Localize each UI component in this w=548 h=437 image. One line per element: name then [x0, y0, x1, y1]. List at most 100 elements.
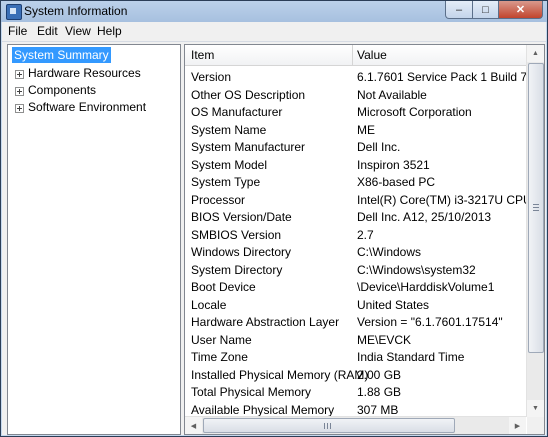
table-row[interactable]: Other OS Description Not Available [185, 87, 526, 105]
category-tree: System Summary Hardware Resources Compon… [7, 44, 181, 435]
item-cell: SMBIOS Version [191, 227, 282, 242]
menu-file[interactable]: File [8, 24, 27, 38]
item-cell: System Name [191, 122, 267, 137]
table-row[interactable]: OS Manufacturer Microsoft Corporation [185, 104, 526, 122]
window-title: System Information [24, 4, 128, 18]
value-cell: Not Available [357, 87, 427, 102]
item-cell: Available Physical Memory [191, 402, 335, 417]
scrollbar-corner [527, 417, 544, 434]
expand-icon[interactable] [15, 70, 24, 79]
value-cell: Intel(R) Core(TM) i3-3217U CPU @ [357, 192, 526, 207]
table-row[interactable]: System Manufacturer Dell Inc. [185, 139, 526, 157]
value-cell: ME\EVCK [357, 332, 412, 347]
list-header: Item Value [185, 45, 526, 66]
horizontal-scrollbar[interactable]: ◀ ▶ [185, 416, 526, 434]
arrow-right-icon: ▶ [514, 422, 521, 430]
grip-line [327, 423, 328, 429]
arrow-down-icon: ▼ [532, 405, 539, 412]
value-cell: Inspiron 3521 [357, 157, 430, 172]
item-cell: System Model [191, 157, 268, 172]
vertical-scrollbar[interactable]: ▲ ▼ [526, 45, 544, 417]
menu-edit[interactable]: Edit [37, 24, 58, 38]
table-row[interactable]: User Name ME\EVCK [185, 332, 526, 350]
value-cell: 307 MB [357, 402, 399, 417]
scroll-up-button[interactable]: ▲ [527, 45, 544, 62]
horizontal-scroll-thumb[interactable] [203, 418, 455, 433]
table-row[interactable]: System Type X86-based PC [185, 174, 526, 192]
tree-item-software-environment[interactable]: Software Environment [28, 99, 146, 115]
vertical-scroll-thumb[interactable] [528, 63, 544, 353]
menu-help[interactable]: Help [97, 24, 122, 38]
column-header-value[interactable]: Value [357, 45, 387, 65]
table-row[interactable]: Boot Device \Device\HarddiskVolume1 [185, 279, 526, 297]
scroll-right-button[interactable]: ▶ [509, 417, 526, 434]
content-area: System Summary Hardware Resources Compon… [2, 42, 546, 435]
close-icon: ✕ [515, 4, 526, 16]
item-cell: Hardware Abstraction Layer [191, 315, 340, 329]
table-row[interactable]: Total Physical Memory 1.88 GB [185, 384, 526, 402]
value-cell: \Device\HarddiskVolume1 [357, 280, 495, 294]
maximize-button[interactable]: □ [473, 1, 499, 19]
value-cell: United States [357, 297, 430, 312]
item-cell: BIOS Version/Date [191, 210, 292, 224]
table-row[interactable]: Locale United States [185, 297, 526, 315]
minimize-button[interactable]: ‒ [445, 1, 473, 19]
tree-item-hardware-resources[interactable]: Hardware Resources [28, 65, 141, 81]
title-bar[interactable]: System Information ‒ □ ✕ [1, 1, 547, 22]
close-button[interactable]: ✕ [499, 1, 543, 19]
maximize-icon: □ [482, 3, 489, 16]
value-cell: Dell Inc. A12, 25/10/2013 [357, 210, 492, 224]
value-cell: X86-based PC [357, 175, 436, 189]
item-cell: Processor [191, 192, 246, 207]
grip-line [330, 423, 331, 429]
system-information-app-icon [6, 4, 22, 20]
window-controls: ‒ □ ✕ [445, 1, 543, 19]
table-row[interactable]: Version 6.1.7601 Service Pack 1 Build 760… [185, 69, 526, 87]
scroll-left-button[interactable]: ◀ [185, 417, 202, 434]
tree-item-components[interactable]: Components [28, 82, 96, 98]
item-cell: Boot Device [191, 280, 256, 294]
menu-bar: File Edit View Help [2, 22, 546, 42]
column-header-item[interactable]: Item [191, 45, 214, 65]
value-cell: C:\Windows\system32 [357, 262, 476, 277]
value-cell: ME [357, 122, 375, 137]
item-cell: System Type [191, 175, 261, 189]
table-row[interactable]: Processor Intel(R) Core(TM) i3-3217U CPU … [185, 192, 526, 210]
list-rows: Version 6.1.7601 Service Pack 1 Build 760… [185, 66, 526, 418]
item-cell: Locale [191, 297, 227, 312]
value-cell: C:\Windows [357, 245, 422, 259]
tree-item-system-summary[interactable]: System Summary [12, 47, 111, 63]
item-cell: System Manufacturer [191, 140, 306, 154]
minimize-icon: ‒ [455, 3, 463, 16]
table-row[interactable]: Installed Physical Memory (RAM) 2.00 GB [185, 367, 526, 385]
table-row[interactable]: Windows Directory C:\Windows [185, 244, 526, 262]
table-row[interactable]: SMBIOS Version 2.7 [185, 227, 526, 245]
table-row[interactable]: System Name ME [185, 122, 526, 140]
item-cell: Total Physical Memory [191, 385, 312, 399]
value-cell: 2.7 [357, 227, 374, 242]
table-row[interactable]: Time Zone India Standard Time [185, 349, 526, 367]
table-row[interactable]: System Model Inspiron 3521 [185, 157, 526, 175]
system-information-window: System Information ‒ □ ✕ File Edit View … [0, 0, 548, 437]
grip-line [324, 423, 325, 429]
value-cell: Version = "6.1.7601.17514" [357, 315, 503, 329]
expand-icon[interactable] [15, 87, 24, 96]
grip-line [533, 204, 539, 205]
scroll-down-button[interactable]: ▼ [527, 400, 544, 417]
value-cell: 6.1.7601 Service Pack 1 Build 7601 [357, 70, 526, 84]
table-row[interactable]: Hardware Abstraction Layer Version = "6.1… [185, 314, 526, 332]
item-cell: Version [191, 70, 232, 84]
item-cell: System Directory [191, 262, 283, 277]
item-cell: Time Zone [191, 350, 248, 364]
details-list: Item Value Version 6.1.7601 Service Pack … [184, 44, 545, 435]
menu-view[interactable]: View [65, 24, 91, 38]
grip-line [533, 207, 539, 208]
table-row[interactable]: System Directory C:\Windows\system32 [185, 262, 526, 280]
value-cell: 1.88 GB [357, 385, 402, 399]
column-divider[interactable] [352, 45, 353, 65]
value-cell: Dell Inc. [357, 140, 401, 154]
table-row[interactable]: BIOS Version/Date Dell Inc. A12, 25/10/20… [185, 209, 526, 227]
value-cell: India Standard Time [357, 350, 465, 364]
item-cell: Windows Directory [191, 245, 292, 259]
expand-icon[interactable] [15, 104, 24, 113]
